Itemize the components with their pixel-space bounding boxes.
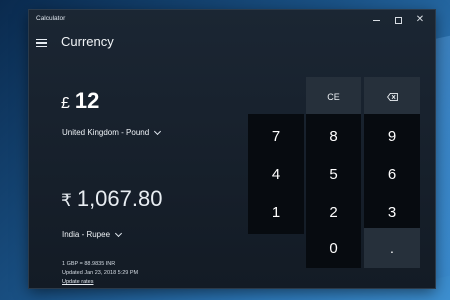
digit-1-button[interactable]: 1: [248, 190, 304, 234]
to-amount[interactable]: ₹1,067.80: [61, 186, 162, 212]
calculator-window: Calculator ✕ Currency £12 United Kingdom…: [29, 10, 435, 288]
maximize-icon: [394, 16, 402, 24]
hamburger-line: [36, 45, 47, 47]
digit-0-button[interactable]: 0: [306, 228, 361, 268]
close-button[interactable]: ✕: [413, 13, 427, 27]
to-currency-dropdown[interactable]: India - Rupee: [62, 229, 123, 239]
decimal-button[interactable]: .: [364, 228, 420, 268]
title-bar[interactable]: Calculator ✕: [29, 10, 435, 30]
to-currency-label: India - Rupee: [62, 230, 111, 239]
from-currency-symbol: £: [61, 95, 70, 112]
close-icon: ✕: [415, 14, 425, 25]
hamburger-icon[interactable]: [36, 37, 48, 49]
to-amount-value: 1,067.80: [76, 186, 163, 211]
backspace-button[interactable]: [364, 77, 420, 117]
from-currency-label: United Kingdom - Pound: [62, 128, 150, 137]
hamburger-line: [36, 42, 47, 44]
from-currency-dropdown[interactable]: United Kingdom - Pound: [62, 127, 162, 137]
window-title: Calculator: [36, 15, 66, 22]
chevron-down-icon: [114, 229, 123, 237]
backspace-icon: [386, 93, 398, 101]
rate-updated-time: Updated Jan 23, 2018 5:29 PM: [62, 270, 139, 276]
hamburger-line: [36, 39, 47, 41]
from-amount[interactable]: £12: [61, 88, 99, 114]
clear-entry-button[interactable]: CE: [306, 77, 361, 117]
update-rates-link[interactable]: Update rates: [62, 279, 94, 285]
chevron-down-icon: [154, 127, 162, 135]
from-amount-value: 12: [74, 88, 100, 113]
minimize-button[interactable]: [369, 13, 383, 27]
maximize-button[interactable]: [391, 13, 405, 27]
exchange-rate: 1 GBP = 88.9835 INR: [62, 261, 116, 267]
to-currency-symbol: ₹: [61, 191, 72, 210]
minimize-icon: [372, 19, 380, 21]
mode-title: Currency: [61, 34, 114, 49]
